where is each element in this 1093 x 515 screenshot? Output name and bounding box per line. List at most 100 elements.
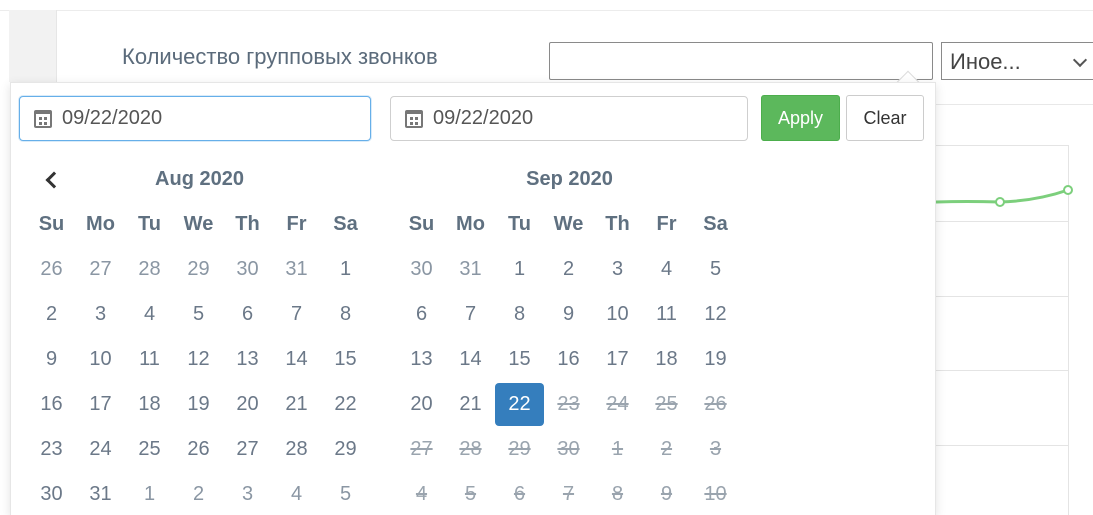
calendar-day-disabled: 26 bbox=[704, 393, 727, 415]
calendar-day-disabled: 6 bbox=[513, 483, 526, 505]
calendar-day[interactable]: 26 bbox=[174, 427, 223, 472]
calendar-day[interactable]: 7 bbox=[446, 292, 495, 337]
calendar-day[interactable]: 31 bbox=[76, 472, 125, 515]
calendar-icon bbox=[34, 110, 52, 128]
calendar-day[interactable]: 5 bbox=[691, 247, 740, 292]
calendar-day[interactable]: 1 bbox=[125, 472, 174, 515]
calendar-day[interactable]: 11 bbox=[642, 292, 691, 337]
calendar-day[interactable]: 14 bbox=[272, 337, 321, 382]
calendar-day[interactable]: 30 bbox=[397, 247, 446, 292]
calendar-day[interactable]: 15 bbox=[495, 337, 544, 382]
calendar-day[interactable]: 13 bbox=[223, 337, 272, 382]
start-date-value: 09/22/2020 bbox=[62, 107, 163, 129]
calendar-day[interactable]: 2 bbox=[174, 472, 223, 515]
calendar-day[interactable]: 17 bbox=[593, 337, 642, 382]
calendar-day[interactable]: 23 bbox=[27, 427, 76, 472]
calendar-day[interactable]: 26 bbox=[27, 247, 76, 292]
calendar-day[interactable]: 5 bbox=[321, 472, 370, 515]
calendar-day[interactable]: 16 bbox=[27, 382, 76, 427]
calendar-icon bbox=[405, 110, 423, 128]
calendar-day[interactable]: 17 bbox=[76, 382, 125, 427]
calendar-day[interactable]: 18 bbox=[125, 382, 174, 427]
calendar-day[interactable]: 24 bbox=[76, 427, 125, 472]
calendar-day-disabled: 4 bbox=[415, 483, 428, 505]
calendar-day[interactable]: 13 bbox=[397, 337, 446, 382]
calendar-day-disabled: 10 bbox=[704, 483, 727, 505]
calendar-day[interactable]: 27 bbox=[76, 247, 125, 292]
calendar-day[interactable]: 4 bbox=[272, 472, 321, 515]
calendar-day[interactable]: 10 bbox=[593, 292, 642, 337]
calendar-day[interactable]: 2 bbox=[27, 292, 76, 337]
calendar-day[interactable]: 6 bbox=[397, 292, 446, 337]
calendar-left: Su Mo Tu We Th Fr Sa 26 27 28 29 30 31 1 2 3 4 5 6 7 8 9 10 11 1… bbox=[27, 202, 370, 515]
calendar-day[interactable]: 18 bbox=[642, 337, 691, 382]
weekday-header: Sa bbox=[333, 213, 358, 235]
chart-point bbox=[995, 197, 1005, 207]
calendar-day[interactable]: 5 bbox=[174, 292, 223, 337]
weekday-header: Sa bbox=[703, 213, 728, 235]
calendar-day[interactable]: 31 bbox=[446, 247, 495, 292]
chart-gridline bbox=[936, 296, 1069, 297]
calendar-day-disabled: 23 bbox=[557, 393, 580, 415]
filter-input[interactable] bbox=[549, 42, 933, 80]
calendar-day[interactable]: 9 bbox=[544, 292, 593, 337]
calendar-day-disabled: 7 bbox=[562, 483, 575, 505]
calendar-day[interactable]: 30 bbox=[223, 247, 272, 292]
apply-button[interactable]: Apply bbox=[761, 95, 840, 141]
calendar-day[interactable]: 30 bbox=[27, 472, 76, 515]
weekday-header: We bbox=[553, 213, 584, 235]
calendar-day[interactable]: 21 bbox=[446, 382, 495, 427]
calendar-day[interactable]: 7 bbox=[272, 292, 321, 337]
calendar-day[interactable]: 3 bbox=[223, 472, 272, 515]
calendar-day[interactable]: 22 bbox=[321, 382, 370, 427]
calendar-day[interactable]: 3 bbox=[593, 247, 642, 292]
weekday-header: Fr bbox=[656, 213, 677, 235]
calendar-day[interactable]: 9 bbox=[27, 337, 76, 382]
calendar-day[interactable]: 12 bbox=[174, 337, 223, 382]
calendar-day[interactable]: 31 bbox=[272, 247, 321, 292]
chart-point bbox=[1063, 185, 1073, 195]
chart-gridline bbox=[936, 221, 1069, 222]
calendar-day[interactable]: 8 bbox=[321, 292, 370, 337]
weekday-header: Th bbox=[235, 213, 260, 235]
calendar-day[interactable]: 12 bbox=[691, 292, 740, 337]
clear-button[interactable]: Clear bbox=[846, 95, 924, 141]
calendar-day[interactable]: 29 bbox=[174, 247, 223, 292]
calendar-day[interactable]: 21 bbox=[272, 382, 321, 427]
calendar-day[interactable]: 25 bbox=[125, 427, 174, 472]
end-date-input[interactable]: 09/22/2020 bbox=[390, 96, 748, 141]
calendar-day-disabled: 9 bbox=[660, 483, 673, 505]
calendar-day[interactable]: 27 bbox=[223, 427, 272, 472]
calendar-day[interactable]: 20 bbox=[223, 382, 272, 427]
calendar-day[interactable]: 8 bbox=[495, 292, 544, 337]
calendar-day[interactable]: 28 bbox=[125, 247, 174, 292]
calendar-day[interactable]: 2 bbox=[544, 247, 593, 292]
calendar-day[interactable]: 11 bbox=[125, 337, 174, 382]
calendar-day[interactable]: 6 bbox=[223, 292, 272, 337]
type-select[interactable]: Иное... bbox=[941, 42, 1093, 80]
calendar-day[interactable]: 4 bbox=[125, 292, 174, 337]
top-divider bbox=[0, 10, 1093, 11]
left-month-title: Aug 2020 bbox=[155, 168, 244, 190]
weekday-header: Tu bbox=[508, 213, 531, 235]
calendar-day[interactable]: 1 bbox=[495, 247, 544, 292]
calendar-day-selected[interactable]: 22 bbox=[495, 383, 544, 426]
start-date-input[interactable]: 09/22/2020 bbox=[19, 96, 371, 141]
calendar-day-disabled: 1 bbox=[611, 438, 624, 460]
calendar-day[interactable]: 19 bbox=[174, 382, 223, 427]
calendar-day[interactable]: 3 bbox=[76, 292, 125, 337]
calendar-day[interactable]: 19 bbox=[691, 337, 740, 382]
calendar-day[interactable]: 4 bbox=[642, 247, 691, 292]
calendar-day[interactable]: 20 bbox=[397, 382, 446, 427]
calendar-day-disabled: 28 bbox=[459, 438, 482, 460]
calendar-day[interactable]: 10 bbox=[76, 337, 125, 382]
chevron-down-icon bbox=[1072, 52, 1088, 68]
chart-line bbox=[935, 185, 1073, 207]
calendar-day[interactable]: 1 bbox=[321, 247, 370, 292]
calendar-day[interactable]: 29 bbox=[321, 427, 370, 472]
calendar-day[interactable]: 14 bbox=[446, 337, 495, 382]
calendar-day-disabled: 30 bbox=[557, 438, 580, 460]
calendar-day[interactable]: 16 bbox=[544, 337, 593, 382]
calendar-day[interactable]: 15 bbox=[321, 337, 370, 382]
calendar-day[interactable]: 28 bbox=[272, 427, 321, 472]
